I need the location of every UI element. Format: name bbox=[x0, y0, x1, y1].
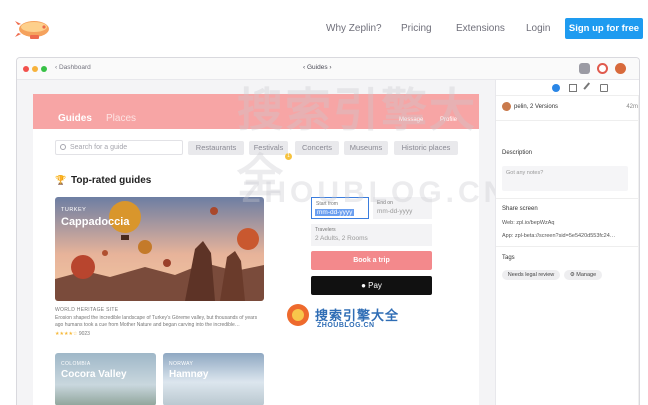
watermark-logo-icon bbox=[287, 304, 309, 326]
app-key: App: bbox=[502, 233, 514, 239]
rating-count: 9023 bbox=[78, 331, 90, 337]
screen-header: Guides Places Message Profile bbox=[33, 94, 479, 129]
section-title: Top-rated guides bbox=[71, 175, 152, 186]
card-title: Cappadoccia bbox=[61, 216, 130, 228]
signup-button[interactable]: Sign up for free bbox=[565, 18, 643, 39]
design-screen[interactable]: Guides Places Message Profile Search for… bbox=[33, 94, 479, 405]
balloon-landscape-image bbox=[55, 197, 264, 301]
card-description: Erosion shaped the incredible landscape … bbox=[55, 315, 258, 328]
search-placeholder: Search for a guide bbox=[70, 144, 128, 151]
end-label: End on bbox=[377, 200, 393, 206]
chip-concerts[interactable]: Concerts bbox=[295, 141, 339, 155]
tags-label: Tags bbox=[502, 255, 515, 261]
minimize-dot-icon[interactable] bbox=[32, 66, 38, 72]
thumb-title: Hamnøy bbox=[169, 369, 209, 380]
description-label: Description bbox=[502, 150, 533, 156]
edit-icon[interactable] bbox=[569, 84, 577, 92]
guide-search-input[interactable]: Search for a guide bbox=[55, 140, 183, 155]
comment-icon[interactable] bbox=[600, 84, 608, 92]
app-value: zpl-beta://screen?sid=5e5420d553fc24… bbox=[514, 233, 616, 239]
travelers-label: Travelers bbox=[315, 227, 336, 233]
manage-tags-button[interactable]: ⚙ Manage bbox=[564, 270, 602, 280]
notes-placeholder: Got any notes? bbox=[506, 170, 544, 176]
thumb-country: NORWAY bbox=[169, 361, 194, 367]
nav-login[interactable]: Login bbox=[526, 23, 550, 34]
inspector-scrollbar[interactable] bbox=[638, 96, 639, 405]
start-value: mm-dd-yyyy bbox=[315, 209, 355, 216]
maximize-dot-icon[interactable] bbox=[41, 66, 47, 72]
chip-festivals[interactable]: Festivals bbox=[249, 141, 288, 155]
chip-historic-places[interactable]: Historic places bbox=[394, 141, 458, 155]
close-dot-icon[interactable] bbox=[23, 66, 29, 72]
app-link-row[interactable]: App: zpl-beta://screen?sid=5e5420d553fc2… bbox=[502, 233, 615, 239]
chip-museums[interactable]: Museums bbox=[344, 141, 388, 155]
dashboard-back-link[interactable]: ‹ Dashboard bbox=[55, 64, 91, 71]
notification-badge: 1 bbox=[285, 153, 292, 160]
divider bbox=[496, 198, 639, 199]
cappadoccia-card-image[interactable]: TURKEY Cappadoccia bbox=[55, 197, 264, 301]
tab-places[interactable]: Places bbox=[106, 113, 136, 124]
travelers-field[interactable]: Travelers 2 Adults, 2 Rooms bbox=[311, 224, 432, 246]
design-canvas: Guides Places Message Profile Search for… bbox=[17, 80, 505, 405]
travelers-value: 2 Adults, 2 Rooms bbox=[315, 235, 368, 242]
nav-extensions[interactable]: Extensions bbox=[456, 23, 505, 34]
eyedropper-icon[interactable] bbox=[583, 82, 595, 94]
message-link[interactable]: Message bbox=[399, 117, 423, 123]
start-date-field[interactable]: Start from mm-dd-yyyy bbox=[311, 197, 369, 219]
zeplin-logo-icon[interactable] bbox=[14, 12, 52, 44]
start-label: Start from bbox=[316, 201, 338, 207]
card-country: TURKEY bbox=[61, 207, 87, 213]
app-toolbar: ‹ Dashboard ‹ Guides › bbox=[17, 58, 639, 80]
help-icon[interactable] bbox=[597, 63, 608, 74]
divider bbox=[496, 246, 639, 247]
end-value: mm-dd-yyyy bbox=[377, 208, 413, 215]
end-date-field[interactable]: End on mm-dd-yyyy bbox=[373, 197, 432, 219]
apple-pay-button[interactable]: ● Pay bbox=[311, 276, 432, 295]
thumb-title: Cocora Valley bbox=[61, 369, 127, 380]
web-value: zpl.io/bepWzAq bbox=[516, 220, 555, 226]
hamnoy-card[interactable]: NORWAY Hamnøy bbox=[163, 353, 264, 405]
nav-why-zeplin[interactable]: Why Zeplin? bbox=[326, 23, 382, 34]
author-avatar bbox=[502, 102, 511, 111]
author-versions: pelin, 2 Versions bbox=[514, 104, 559, 110]
book-trip-button[interactable]: Book a trip bbox=[311, 251, 432, 270]
pay-label: Pay bbox=[368, 281, 382, 290]
user-avatar[interactable] bbox=[615, 63, 626, 74]
trophy-icon: 🏆 bbox=[55, 175, 67, 185]
app-window: ‹ Dashboard ‹ Guides › Guides Places Mes… bbox=[16, 57, 640, 405]
watermark-small-text-en: ZHOUBLOG.CN bbox=[317, 322, 375, 329]
web-link-row[interactable]: Web: zpl.io/bepWzAq bbox=[502, 220, 555, 226]
share-label: Share screen bbox=[502, 206, 538, 212]
heritage-label: WORLD HERITAGE SITE bbox=[55, 307, 119, 313]
breadcrumb[interactable]: ‹ Guides › bbox=[303, 64, 332, 71]
tag-needs-legal-review[interactable]: Needs legal review bbox=[502, 270, 560, 280]
rating-stars: ★★★★☆ 9023 bbox=[55, 331, 90, 337]
info-icon[interactable] bbox=[552, 84, 560, 92]
divider bbox=[496, 120, 639, 121]
tab-guides[interactable]: Guides bbox=[58, 113, 92, 124]
site-navigation: Why Zeplin? Pricing Extensions Login Sig… bbox=[0, 0, 648, 56]
bell-icon[interactable] bbox=[579, 63, 590, 74]
search-icon bbox=[60, 144, 66, 150]
nav-pricing[interactable]: Pricing bbox=[401, 23, 432, 34]
cocora-valley-card[interactable]: COLOMBIA Cocora Valley bbox=[55, 353, 156, 405]
version-time: 42m bbox=[626, 104, 638, 110]
profile-link[interactable]: Profile bbox=[440, 117, 457, 123]
inspector-tools bbox=[496, 80, 639, 96]
notes-field[interactable]: Got any notes? bbox=[502, 166, 628, 191]
inspector-panel: pelin, 2 Versions 42m Description Got an… bbox=[495, 80, 639, 405]
chip-restaurants[interactable]: Restaurants bbox=[188, 141, 244, 155]
thumb-country: COLOMBIA bbox=[61, 361, 91, 367]
web-key: Web: bbox=[502, 220, 515, 226]
